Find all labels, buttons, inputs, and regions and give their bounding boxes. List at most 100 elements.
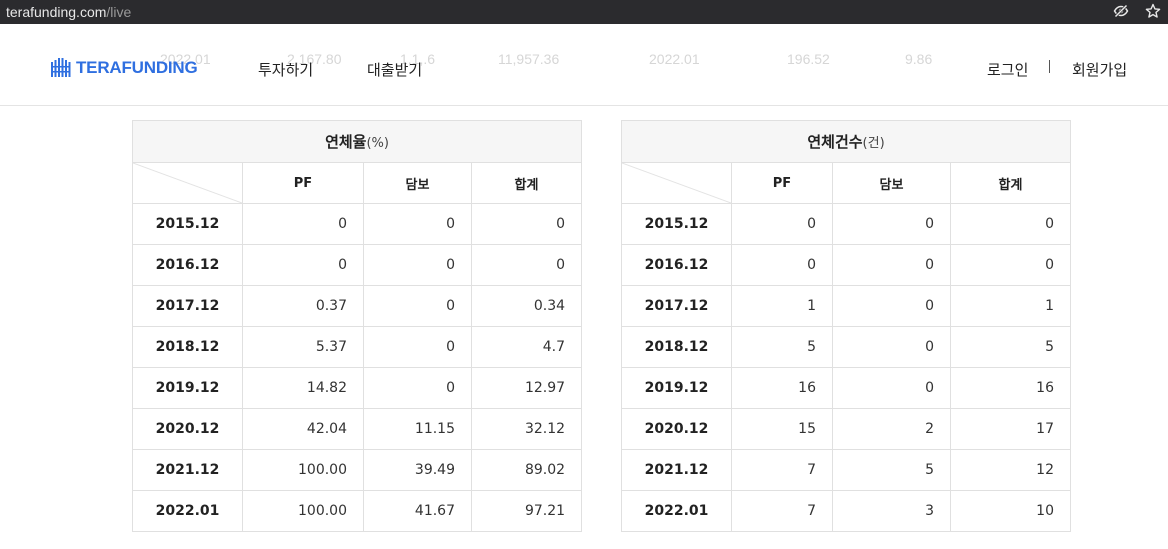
building-grid-icon — [51, 58, 71, 77]
value-cell: 100.00 — [242, 490, 364, 532]
delinquency-count-table: 연체건수(건) PF 담보 합계 2015.12 0 0 0 2016.12 0 0 0 2… — [621, 120, 1071, 532]
value-cell: 0 — [242, 203, 364, 245]
value-cell: 0 — [832, 285, 951, 327]
value-cell: 0 — [731, 244, 833, 286]
login-link[interactable]: 로그인 — [987, 59, 1028, 80]
value-cell: 14.82 — [242, 367, 364, 409]
period-cell: 2015.12 — [132, 203, 243, 245]
value-cell: 5 — [950, 326, 1071, 368]
ghost-text: 2022.01 — [649, 51, 700, 67]
period-cell: 2018.12 — [132, 326, 243, 368]
eye-off-icon[interactable] — [1113, 3, 1129, 19]
value-cell: 39.49 — [363, 449, 472, 491]
period-cell: 2017.12 — [132, 285, 243, 327]
site-logo[interactable]: TERAFUNDING — [50, 57, 198, 78]
value-cell: 5 — [832, 449, 951, 491]
delinquency-rate-table: 연체율(%) PF 담보 합계 2015.12 0 0 0 2016.12 0 0 0 20… — [131, 120, 583, 532]
value-cell: 100.00 — [242, 449, 364, 491]
corner-cell — [621, 162, 732, 204]
table-row: 2016.12 0 0 0 — [621, 244, 1071, 286]
value-cell: 0.34 — [470, 285, 583, 327]
table-row: 2022.01 7 3 10 — [621, 490, 1071, 532]
table-row: 2019.12 16 0 16 — [621, 367, 1071, 409]
value-cell: 0 — [832, 244, 951, 286]
value-cell: 17 — [950, 408, 1071, 450]
value-cell: 32.12 — [470, 408, 583, 450]
table-row: 2016.12 0 0 0 — [132, 244, 583, 286]
ghost-text: 9.86 — [905, 51, 933, 67]
value-cell: 12 — [950, 449, 1071, 491]
value-cell: 0.37 — [242, 285, 364, 327]
value-cell: 16 — [731, 367, 833, 409]
value-cell: 0 — [950, 244, 1071, 286]
value-cell: 0 — [832, 367, 951, 409]
value-cell: 16 — [950, 367, 1071, 409]
star-icon[interactable] — [1145, 3, 1161, 19]
value-cell: 0 — [950, 203, 1071, 245]
period-cell: 2016.12 — [132, 244, 243, 286]
value-cell: 3 — [832, 490, 951, 532]
table-row: 2020.12 42.04 11.15 32.12 — [132, 408, 583, 450]
table-row: 2017.12 0.37 0 0.34 — [132, 285, 583, 327]
value-cell: 42.04 — [242, 408, 364, 450]
period-cell: 2021.12 — [132, 449, 243, 491]
period-cell: 2022.01 — [132, 490, 243, 532]
divider — [1049, 60, 1050, 73]
value-cell: 4.7 — [470, 326, 583, 368]
period-cell: 2020.12 — [621, 408, 732, 450]
table-row: 2019.12 14.82 0 12.97 — [132, 367, 583, 409]
period-cell: 2015.12 — [621, 203, 732, 245]
diagonal-line — [622, 163, 731, 203]
browser-address-bar[interactable]: terafunding.com/live — [0, 0, 1168, 24]
value-cell: 2 — [832, 408, 951, 450]
ghost-text: 11,957.36 — [498, 51, 560, 67]
nav-loan[interactable]: 대출받기 — [367, 59, 422, 80]
table-title-text: 연체율 — [325, 133, 367, 151]
table-row: 2015.12 0 0 0 — [621, 203, 1071, 245]
value-cell: 12.97 — [470, 367, 583, 409]
column-header: PF — [242, 162, 364, 204]
table-title-text: 연체건수 — [807, 133, 863, 151]
url-text[interactable]: terafunding.com/live — [6, 3, 131, 21]
value-cell: 0 — [363, 367, 472, 409]
value-cell: 0 — [470, 244, 583, 286]
site-header: 2022.01 2,167.80 1,1,.6 11,957.36 2022.0… — [0, 24, 1168, 106]
value-cell: 89.02 — [470, 449, 583, 491]
logo-text: TERAFUNDING — [76, 57, 198, 77]
period-cell: 2022.01 — [621, 490, 732, 532]
period-cell: 2020.12 — [132, 408, 243, 450]
url-path: /live — [106, 4, 132, 20]
column-header: 합계 — [950, 162, 1071, 204]
table-unit: (건) — [862, 136, 885, 151]
period-cell: 2016.12 — [621, 244, 732, 286]
ghost-text: 196.52 — [787, 51, 830, 67]
value-cell: 7 — [731, 490, 833, 532]
value-cell: 10 — [950, 490, 1071, 532]
table-row: 2022.01 100.00 41.67 97.21 — [132, 490, 583, 532]
signup-link[interactable]: 회원가입 — [1072, 59, 1127, 80]
column-header: 담보 — [832, 162, 951, 204]
value-cell: 0 — [832, 326, 951, 368]
nav-invest[interactable]: 투자하기 — [258, 59, 313, 80]
table-row: 2015.12 0 0 0 — [132, 203, 583, 245]
period-cell: 2019.12 — [132, 367, 243, 409]
value-cell: 0 — [242, 244, 364, 286]
value-cell: 5.37 — [242, 326, 364, 368]
period-cell: 2021.12 — [621, 449, 732, 491]
table-row: 2021.12 100.00 39.49 89.02 — [132, 449, 583, 491]
table-row: 2017.12 1 0 1 — [621, 285, 1071, 327]
diagonal-line — [133, 163, 242, 203]
table-title: 연체율(%) — [131, 120, 583, 163]
url-domain: terafunding.com — [6, 4, 107, 20]
value-cell: 7 — [731, 449, 833, 491]
value-cell: 41.67 — [363, 490, 472, 532]
corner-cell — [132, 162, 243, 204]
value-cell: 0 — [363, 203, 472, 245]
value-cell: 0 — [731, 203, 833, 245]
value-cell: 0 — [363, 244, 472, 286]
table-row: 2021.12 7 5 12 — [621, 449, 1071, 491]
value-cell: 0 — [363, 326, 472, 368]
value-cell: 0 — [363, 285, 472, 327]
table-title: 연체건수(건) — [621, 120, 1071, 163]
table-row: 2020.12 15 2 17 — [621, 408, 1071, 450]
